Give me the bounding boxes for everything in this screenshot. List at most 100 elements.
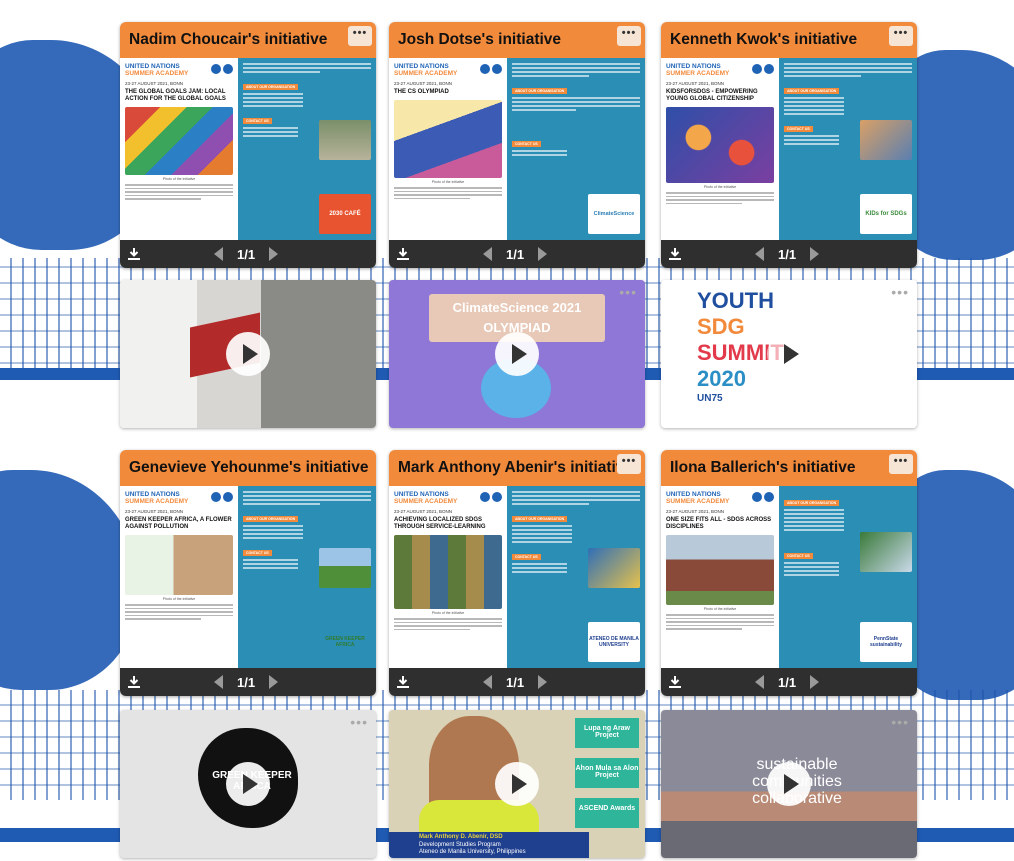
- initiative-card[interactable]: Genevieve Yehounme's initiative UNITED N…: [120, 450, 376, 696]
- about-organisation-tag: ABOUT OUR ORGANISATION: [243, 516, 299, 522]
- previous-page-button[interactable]: [755, 247, 764, 261]
- body-text-lines: [243, 93, 303, 107]
- body-text-lines: [125, 184, 233, 200]
- contact-lines: [784, 562, 839, 576]
- poster-preview[interactable]: UNITED NATIONS SUMMER ACADEMY 23-27 AUGUS…: [120, 58, 376, 240]
- initiative-card[interactable]: Mark Anthony Abenir's initiative ••• UNI…: [389, 450, 645, 696]
- next-page-button[interactable]: [538, 247, 548, 261]
- card-title: Mark Anthony Abenir's initiative •••: [389, 450, 645, 486]
- card-title: Kenneth Kwok's initiative •••: [661, 22, 917, 58]
- play-icon[interactable]: [495, 332, 539, 376]
- contact-us-tag: CONTACT US: [784, 126, 813, 132]
- card-title-text: Josh Dotse's initiative: [398, 31, 562, 48]
- pagination: 1/1: [214, 668, 279, 696]
- poster-preview[interactable]: UNITED NATIONS SUMMER ACADEMY 23-27 AUGUS…: [661, 486, 917, 668]
- download-icon[interactable]: [389, 668, 417, 696]
- video-player[interactable]: sustainable communities collaborative ••…: [661, 710, 917, 858]
- card-footer: 1/1: [120, 240, 376, 268]
- next-page-button[interactable]: [538, 675, 548, 689]
- poster-headline: THE CS OLYMPIAD: [394, 89, 449, 95]
- video-more-icon[interactable]: •••: [891, 714, 909, 730]
- organisation-logo: 2030 CAFÉ: [319, 194, 371, 234]
- project-label: Lupa ng Araw Project: [575, 718, 639, 748]
- organisation-logo: ClimateScience: [588, 194, 640, 234]
- poster-headline: ONE SIZE FITS ALL - SDGS ACROSS DISCIPLI…: [666, 517, 772, 530]
- page-indicator: 1/1: [506, 246, 525, 262]
- play-icon[interactable]: [226, 762, 270, 806]
- play-icon[interactable]: [495, 762, 539, 806]
- previous-page-button[interactable]: [214, 247, 223, 261]
- photo-caption: Photo of the initiative: [703, 607, 737, 611]
- poster-headline: THE GLOBAL GOALS JAM: LOCAL ACTION FOR T…: [125, 89, 226, 102]
- download-icon[interactable]: [661, 240, 689, 268]
- more-options-button[interactable]: •••: [889, 454, 913, 474]
- about-organisation-tag: ABOUT OUR ORGANISATION: [784, 500, 840, 506]
- pagination: 1/1: [483, 240, 548, 268]
- un-emblem-icon: [480, 492, 502, 502]
- initiative-photo: [125, 107, 233, 175]
- more-options-button[interactable]: •••: [889, 26, 913, 46]
- video-more-icon[interactable]: •••: [619, 284, 637, 300]
- download-icon[interactable]: [120, 240, 148, 268]
- video-player[interactable]: ClimateScience 2021 OLYMPIAD •••: [389, 280, 645, 428]
- pagination: 1/1: [214, 240, 279, 268]
- download-icon[interactable]: [389, 240, 417, 268]
- body-text-lines: [243, 525, 303, 539]
- body-text-lines: [125, 604, 233, 620]
- video-player[interactable]: GREEN KEEPER AFRICA •••: [120, 710, 376, 858]
- previous-page-button[interactable]: [483, 247, 492, 261]
- play-icon[interactable]: [767, 762, 811, 806]
- contact-us-tag: CONTACT US: [243, 550, 272, 556]
- contact-lines: [512, 150, 567, 156]
- download-icon[interactable]: [120, 668, 148, 696]
- next-page-button[interactable]: [269, 675, 279, 689]
- card-title-text: Kenneth Kwok's initiative: [670, 31, 858, 48]
- card-footer: 1/1: [389, 240, 645, 268]
- initiative-card[interactable]: Kenneth Kwok's initiative ••• UNITED NAT…: [661, 22, 917, 268]
- next-page-button[interactable]: [810, 675, 820, 689]
- photo-caption: Photo of the initiative: [431, 180, 465, 184]
- poster-date: 23-27 AUGUST 2021, BONN: [125, 509, 183, 514]
- initiative-photo: [394, 100, 502, 178]
- play-icon[interactable]: [226, 332, 270, 376]
- previous-page-button[interactable]: [483, 675, 492, 689]
- organisation-photo: [588, 548, 640, 588]
- more-options-button[interactable]: •••: [617, 26, 641, 46]
- video-player[interactable]: Lupa ng Araw Project Ahon Mula sa Alon P…: [389, 710, 645, 858]
- more-options-button[interactable]: •••: [617, 454, 641, 474]
- initiative-card[interactable]: Josh Dotse's initiative ••• UNITED NATIO…: [389, 22, 645, 268]
- poster-preview[interactable]: UNITED NATIONS SUMMER ACADEMY 23-27 AUGUS…: [661, 58, 917, 240]
- video-more-icon[interactable]: •••: [891, 284, 909, 300]
- download-icon[interactable]: [661, 668, 689, 696]
- photo-caption: Photo of the initiative: [431, 611, 465, 615]
- about-organisation-tag: ABOUT OUR ORGANISATION: [512, 516, 568, 522]
- video-more-icon[interactable]: •••: [350, 714, 368, 730]
- initiative-card[interactable]: Ilona Ballerich's initiative ••• UNITED …: [661, 450, 917, 696]
- card-title-text: Mark Anthony Abenir's initiative: [398, 459, 634, 476]
- next-page-button[interactable]: [269, 247, 279, 261]
- play-icon[interactable]: [767, 332, 811, 376]
- pagination: 1/1: [483, 668, 548, 696]
- next-page-button[interactable]: [810, 247, 820, 261]
- video-player[interactable]: YOUTH SDG SUMMIT 2020 UN75 •••: [661, 280, 917, 428]
- poster-preview[interactable]: UNITED NATIONS SUMMER ACADEMY 23-27 AUGUS…: [120, 486, 376, 668]
- card-title: Ilona Ballerich's initiative •••: [661, 450, 917, 486]
- poster-preview[interactable]: UNITED NATIONS SUMMER ACADEMY 23-27 AUGUS…: [389, 58, 645, 240]
- un-emblem-icon: [211, 492, 233, 502]
- poster-date: 23-27 AUGUST 2021, BONN: [666, 81, 724, 86]
- initiative-card[interactable]: Nadim Choucair's initiative ••• UNITED N…: [120, 22, 376, 268]
- poster-preview[interactable]: UNITED NATIONS SUMMER ACADEMY 23-27 AUGUS…: [389, 486, 645, 668]
- video-player[interactable]: [120, 280, 376, 428]
- previous-page-button[interactable]: [755, 675, 764, 689]
- initiative-photo: [666, 535, 774, 605]
- contact-lines: [243, 127, 298, 137]
- poster-date: 23-27 AUGUST 2021, BONN: [394, 509, 452, 514]
- body-text-lines: [243, 491, 371, 505]
- about-organisation-tag: ABOUT OUR ORGANISATION: [512, 88, 568, 94]
- poster-date: 23-27 AUGUST 2021, BONN: [666, 509, 724, 514]
- previous-page-button[interactable]: [214, 675, 223, 689]
- organisation-photo: [319, 548, 371, 588]
- card-title-text: Ilona Ballerich's initiative: [670, 459, 856, 476]
- more-options-button[interactable]: •••: [348, 26, 372, 46]
- poster-right-column: ABOUT OUR ORGANISATION CONTACT US 2030 C…: [238, 58, 376, 240]
